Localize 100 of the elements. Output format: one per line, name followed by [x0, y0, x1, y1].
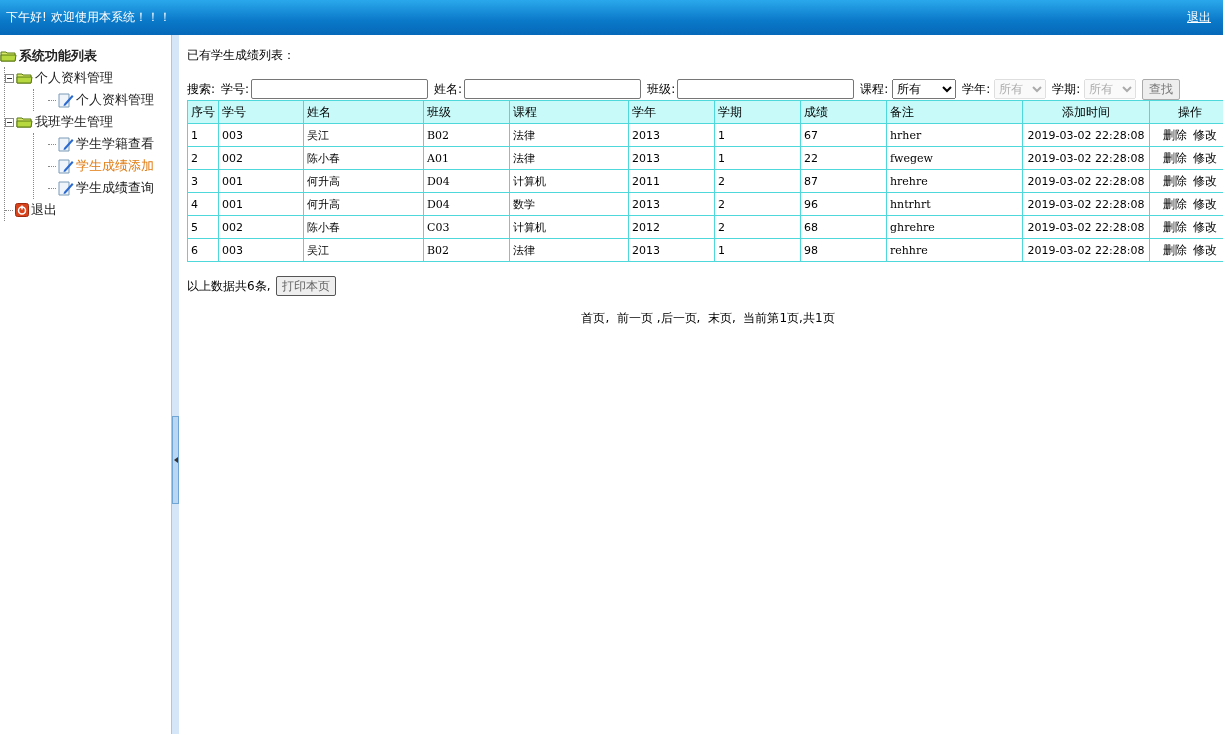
table-cell: 吴江	[303, 238, 424, 262]
column-header: 备注	[886, 100, 1023, 124]
column-header: 学年	[628, 100, 715, 124]
table-cell: 2	[714, 192, 801, 216]
table-cell: 法律	[509, 238, 629, 262]
table-cell: 吴江	[303, 123, 424, 147]
table-cell: fwegew	[886, 146, 1023, 170]
table-cell: 计算机	[509, 169, 629, 193]
tree-item[interactable]: 退出	[31, 201, 57, 219]
action-link[interactable]: 修改	[1192, 219, 1217, 234]
record-count: 以上数据共6条,	[187, 277, 271, 295]
folder-icon	[16, 116, 33, 128]
table-cell: 2013	[628, 192, 715, 216]
table-cell: 2013	[628, 238, 715, 262]
action-link[interactable]: 修改	[1192, 196, 1217, 211]
table-cell: ghrehre	[886, 215, 1023, 239]
pagination: 首页, 前一页 ,后一页, 末页, 当前第1页,共1页	[580, 310, 836, 327]
column-header: 姓名	[303, 100, 424, 124]
table-cell: 1	[714, 123, 801, 147]
collapse-icon[interactable]	[5, 73, 14, 83]
column-header: 学期	[714, 100, 801, 124]
search-field[interactable]	[251, 79, 429, 99]
table-cell: 2	[714, 215, 801, 239]
folder-icon	[0, 50, 17, 62]
table-cell: 陈小春	[303, 146, 424, 170]
search-button[interactable]: 查找	[1142, 78, 1181, 100]
tree-item[interactable]: 学生学籍查看	[76, 135, 154, 153]
table-cell: 2013	[628, 146, 715, 170]
table-cell: 002	[218, 215, 304, 239]
logout-link[interactable]: 退出	[1187, 9, 1211, 26]
table-cell: 003	[218, 123, 304, 147]
table-cell: 计算机	[509, 215, 629, 239]
action-link[interactable]: 删除	[1162, 173, 1187, 188]
table-cell: 003	[218, 238, 304, 262]
table-cell: 2013	[628, 123, 715, 147]
table-cell: 2019-03-02 22:28:08	[1022, 123, 1150, 147]
action-link[interactable]: 删除	[1162, 219, 1187, 234]
table-cell: 2019-03-02 22:28:08	[1022, 238, 1150, 262]
table-cell: 2	[714, 169, 801, 193]
table-cell: 2	[187, 146, 219, 170]
action-link[interactable]: 删除	[1162, 150, 1187, 165]
table-cell: 001	[218, 192, 304, 216]
action-link[interactable]: 修改	[1192, 127, 1217, 142]
table-cell: 何升高	[303, 169, 424, 193]
field-label: 学期:	[1052, 80, 1081, 98]
table-cell: 2019-03-02 22:28:08	[1022, 146, 1150, 170]
table-cell: 87	[800, 169, 887, 193]
field-label: 班级:	[647, 80, 676, 98]
table-cell: 6	[187, 238, 219, 262]
table-cell: A01	[423, 146, 510, 170]
collapse-handle[interactable]	[172, 415, 179, 504]
welcome-text: 下午好! 欢迎使用本系统！！！	[6, 9, 171, 26]
tree-item[interactable]: 我班学生管理	[35, 113, 113, 131]
dropdown[interactable]: 所有	[892, 79, 957, 99]
table-cell: 5	[187, 215, 219, 239]
table-cell: 何升高	[303, 192, 424, 216]
table-cell: 数学	[509, 192, 629, 216]
table-cell: 2019-03-02 22:28:08	[1022, 192, 1150, 216]
action-link[interactable]: 删除	[1162, 127, 1187, 142]
table-cell: C03	[423, 215, 510, 239]
field-label: 姓名:	[434, 80, 463, 98]
table-cell: 96	[800, 192, 887, 216]
tree-item[interactable]: 个人资料管理	[35, 69, 113, 87]
table-cell: 1	[187, 123, 219, 147]
tree-title: 系统功能列表	[19, 47, 97, 65]
print-button[interactable]: 打印本页	[276, 276, 337, 296]
tree-item[interactable]: 个人资料管理	[76, 91, 154, 109]
table-cell: hntrhrt	[886, 192, 1023, 216]
table-cell: 2012	[628, 215, 715, 239]
action-link[interactable]: 删除	[1162, 196, 1187, 211]
table-cell: 1	[714, 238, 801, 262]
notepad-pencil-icon	[58, 136, 74, 152]
table-cell: 002	[218, 146, 304, 170]
action-link[interactable]: 修改	[1192, 150, 1217, 165]
table-cell: 98	[800, 238, 887, 262]
search-label: 搜索:	[187, 80, 216, 98]
table-cell: D04	[423, 169, 510, 193]
power-icon	[15, 203, 29, 217]
action-link[interactable]: 修改	[1192, 173, 1217, 188]
column-header: 操作	[1149, 100, 1223, 124]
action-link[interactable]: 修改	[1192, 242, 1217, 257]
table-cell: 22	[800, 146, 887, 170]
table-cell: 67	[800, 123, 887, 147]
table-cell: 法律	[509, 123, 629, 147]
collapse-icon[interactable]	[5, 117, 14, 127]
action-link[interactable]: 删除	[1162, 242, 1187, 257]
table-cell: D04	[423, 192, 510, 216]
table-cell: B02	[423, 123, 510, 147]
table-cell: hrher	[886, 123, 1023, 147]
field-label: 学年:	[962, 80, 991, 98]
search-field[interactable]	[677, 79, 855, 99]
search-field[interactable]	[464, 79, 642, 99]
column-header: 学号	[218, 100, 304, 124]
table-cell: 法律	[509, 146, 629, 170]
column-header: 成绩	[800, 100, 887, 124]
table-cell: hrehre	[886, 169, 1023, 193]
tree-item[interactable]: 学生成绩查询	[76, 179, 154, 197]
notepad-pencil-icon	[58, 92, 74, 108]
table-cell: 陈小春	[303, 215, 424, 239]
field-label: 学号:	[221, 80, 250, 98]
